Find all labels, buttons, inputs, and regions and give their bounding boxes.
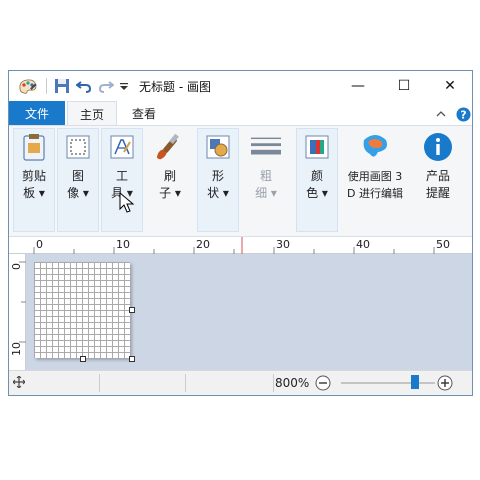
resize-handle-bottom[interactable]: [80, 356, 86, 362]
cursor-position-icon: [12, 375, 26, 391]
brush-icon: [155, 132, 185, 162]
tab-file[interactable]: 文件: [9, 101, 65, 125]
ruler-label: 50: [436, 238, 450, 251]
redo-icon[interactable]: [97, 77, 115, 95]
status-bar: 800%: [9, 370, 472, 395]
ribbon-tabs: 文件 主页 查看 ?: [9, 101, 472, 126]
zoom-out-button[interactable]: [315, 375, 331, 394]
undo-icon[interactable]: [75, 77, 93, 95]
ruler-label: 0: [36, 238, 43, 251]
customize-quick-access-icon[interactable]: [117, 77, 131, 95]
horizontal-ruler: 0 10 20 30 40 50: [9, 237, 472, 254]
tools-button[interactable]: 工 具 ▾: [101, 126, 143, 202]
clipboard-button[interactable]: 剪贴 板 ▾: [13, 126, 55, 202]
colors-button[interactable]: 颜 色 ▾: [296, 126, 338, 202]
line-width-icon: [251, 132, 281, 162]
tools-icon: [107, 132, 137, 162]
ribbon: 剪贴 板 ▾ 图 像 ▾ 工 具 ▾ 刷 子 ▾ 形 状 ▾ 粗 细 ▾ 颜 色…: [9, 125, 472, 237]
zoom-slider-track[interactable]: [341, 382, 435, 384]
paint3d-icon: [360, 132, 390, 162]
zoom-slider-thumb[interactable]: [411, 375, 420, 389]
shapes-icon: [203, 132, 233, 162]
drawing-canvas[interactable]: [34, 262, 130, 358]
ruler-label: 20: [196, 238, 210, 251]
image-button[interactable]: 图 像 ▾: [57, 126, 99, 202]
resize-handle-corner[interactable]: [129, 356, 135, 362]
resize-handle-right[interactable]: [129, 307, 135, 313]
separator: [185, 374, 186, 392]
color-palette-icon: [302, 132, 332, 162]
shapes-button[interactable]: 形 状 ▾: [197, 126, 239, 202]
edit-with-paint3d-button[interactable]: 使用画图 3 D 进行编辑: [339, 126, 411, 202]
size-button: 粗 细 ▾: [245, 126, 287, 202]
canvas-area[interactable]: [26, 254, 472, 370]
separator: [273, 374, 274, 392]
ruler-label: 30: [276, 238, 290, 251]
zoom-level: 800%: [275, 376, 310, 390]
svg-text:?: ?: [460, 108, 466, 121]
save-icon[interactable]: [53, 77, 71, 95]
ruler-label: 10: [116, 238, 130, 251]
paint-window: 无标题 - 画图 — ☐ ✕ 文件 主页 查看 ? 剪贴 板 ▾ 图 像 ▾ 工…: [8, 70, 473, 396]
product-alert-button[interactable]: 产品 提醒: [417, 126, 459, 202]
collapse-ribbon-icon[interactable]: [433, 105, 449, 123]
paint-app-icon[interactable]: [17, 77, 39, 95]
title-bar: 无标题 - 画图 — ☐ ✕: [9, 71, 472, 101]
separator: [99, 374, 100, 392]
minimize-button[interactable]: —: [335, 71, 381, 101]
tab-view[interactable]: 查看: [121, 101, 167, 125]
mouse-cursor-icon: [119, 191, 135, 217]
zoom-in-button[interactable]: [437, 375, 453, 394]
maximize-button[interactable]: ☐: [381, 71, 427, 101]
info-icon: [423, 132, 453, 162]
close-button[interactable]: ✕: [427, 71, 473, 101]
help-icon[interactable]: ?: [455, 105, 471, 123]
separator: [42, 77, 50, 95]
tab-home[interactable]: 主页: [67, 101, 117, 126]
vertical-ruler: 0 10: [9, 254, 26, 370]
select-icon: [63, 132, 93, 162]
clipboard-icon: [19, 132, 49, 162]
ruler-label: 40: [356, 238, 370, 251]
window-title: 无标题 - 画图: [139, 80, 211, 94]
ruler-label: 0: [10, 263, 23, 270]
ruler-label: 10: [10, 342, 23, 356]
brushes-button[interactable]: 刷 子 ▾: [149, 126, 191, 202]
